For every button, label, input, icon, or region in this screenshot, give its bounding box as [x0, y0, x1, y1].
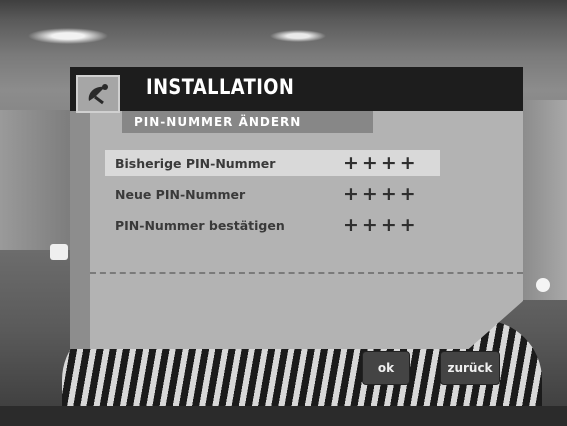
current-pin-label: Bisherige PIN-Nummer	[115, 156, 276, 171]
back-button[interactable]: zurück	[440, 351, 500, 385]
current-pin-input[interactable]: ++++	[343, 152, 419, 174]
new-pin-input[interactable]: ++++	[343, 183, 419, 205]
confirm-pin-row[interactable]: PIN-Nummer bestätigen ++++	[105, 212, 440, 238]
dialog-divider	[90, 272, 523, 274]
background-shape-right	[520, 100, 567, 300]
current-pin-row[interactable]: Bisherige PIN-Nummer ++++	[105, 150, 440, 176]
pin-field-list: Bisherige PIN-Nummer ++++ Neue PIN-Numme…	[105, 150, 440, 243]
dialog-header: INSTALLATION	[70, 67, 523, 113]
confirm-pin-label: PIN-Nummer bestätigen	[115, 218, 285, 233]
background-light-spot	[50, 244, 68, 260]
screen-bottom-bar	[0, 406, 567, 426]
background-shape-left	[0, 110, 70, 250]
pin-change-dialog: INSTALLATION PIN-NUMMER ÄNDERN Bisherige…	[70, 67, 523, 349]
confirm-pin-input[interactable]: ++++	[343, 214, 419, 236]
background-light-spot	[536, 278, 550, 292]
dialog-subtitle: PIN-NUMMER ÄNDERN	[134, 115, 302, 129]
new-pin-row[interactable]: Neue PIN-Nummer ++++	[105, 181, 440, 207]
ok-button[interactable]: ok	[362, 351, 410, 385]
new-pin-label: Neue PIN-Nummer	[115, 187, 246, 202]
dialog-title: INSTALLATION	[146, 75, 295, 99]
satellite-dish-icon	[76, 75, 120, 113]
